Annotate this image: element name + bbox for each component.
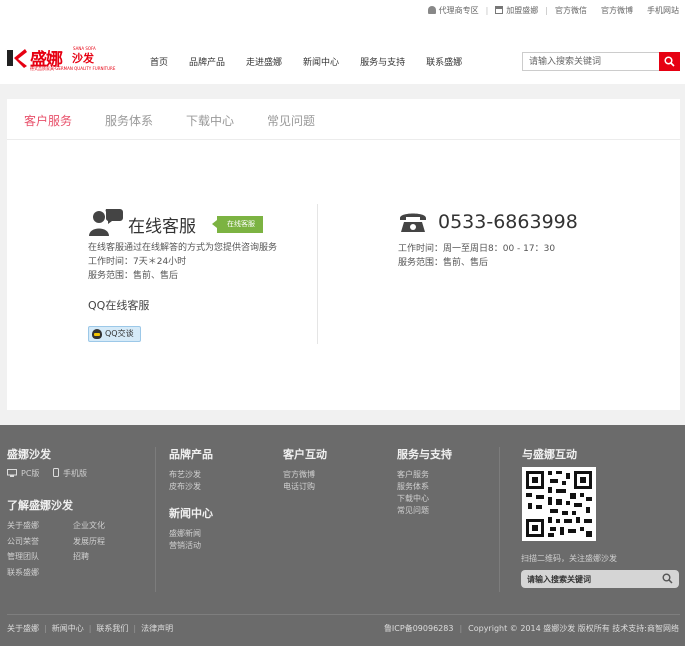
nav-home[interactable]: 首页 (150, 55, 168, 68)
footer-link[interactable]: 联系盛娜 (7, 567, 39, 578)
site-footer: 盛娜沙发 PC版 手机版 了解盛娜沙发 关于盛娜 公司荣誉 管理团队 联系盛娜 … (0, 425, 685, 646)
phone-number[interactable]: 0533-6863998 (438, 211, 578, 233)
wechat-link[interactable]: 官方微信 (555, 5, 587, 16)
bottom-link[interactable]: 联系我们 (96, 624, 128, 633)
tab-customer-service[interactable]: 客户服务 (24, 112, 72, 129)
footer-title-interaction: 客户互动 (283, 448, 327, 461)
footer-link[interactable]: 客户服务 (397, 469, 429, 480)
bottom-link[interactable]: 法律声明 (141, 624, 173, 633)
footer-link[interactable]: 管理团队 (7, 551, 39, 562)
logo[interactable]: 盛娜 SANA SOFA 沙发 德式品质家具·GERMAN QUALITY FU… (7, 46, 122, 72)
footer-link[interactable]: 发展历程 (73, 536, 105, 547)
telephone-icon (400, 213, 426, 232)
column-divider (317, 204, 318, 344)
tab-faq[interactable]: 常见问题 (267, 112, 315, 129)
footer-link[interactable]: 皮布沙发 (169, 481, 201, 492)
nav-service[interactable]: 服务与支持 (360, 55, 405, 68)
online-service-badge[interactable]: 在线客服 (212, 216, 263, 233)
qr-note: 扫描二维码，关注盛娜沙发 (521, 554, 617, 563)
join-link[interactable]: 加盟盛娜 (495, 5, 538, 16)
footer-search-input[interactable]: 请输入搜索关键词 (521, 570, 679, 588)
footer-link[interactable]: 公司荣誉 (7, 536, 39, 547)
icp-number[interactable]: 鲁ICP备09096283 (384, 624, 454, 633)
footer-link[interactable]: 盛娜新闻 (169, 528, 201, 539)
tab-service-system[interactable]: 服务体系 (105, 112, 153, 129)
weibo-link[interactable]: 官方微博 (601, 5, 633, 16)
qq-chat-button[interactable]: QQ交谈 (88, 326, 141, 342)
footer-link[interactable]: 官方微博 (283, 469, 315, 480)
footer-divider (499, 447, 500, 592)
search-input[interactable] (522, 52, 659, 71)
footer-title-support: 服务与支持 (397, 448, 452, 461)
footer-title-about: 了解盛娜沙发 (7, 499, 73, 512)
copyright: Copyright © 2014 盛娜沙发 版权所有 技术支持:商智网络 (468, 624, 679, 633)
agent-zone-link[interactable]: 代理商专区 (427, 5, 479, 16)
desktop-icon (7, 469, 17, 477)
footer-title-products: 品牌产品 (169, 448, 213, 461)
footer-link[interactable]: 营销活动 (169, 540, 201, 551)
mobile-site-link[interactable]: 手机网站 (647, 5, 679, 16)
user-icon (427, 5, 436, 14)
top-bar: 代理商专区 | 加盟盛娜 | 官方微信 官方微博 手机网站 (427, 3, 679, 17)
footer-link[interactable]: 招聘 (73, 551, 89, 562)
nav-contact[interactable]: 联系盛娜 (426, 55, 462, 68)
mobile-version-link[interactable]: 手机版 (53, 468, 87, 479)
footer-link[interactable]: 服务体系 (397, 481, 429, 492)
logo-mark-icon (7, 49, 27, 68)
footer-link[interactable]: 常见问题 (397, 505, 429, 516)
tab-bar: 客户服务 服务体系 下载中心 常见问题 (7, 99, 680, 140)
footer-link[interactable]: 布艺沙发 (169, 469, 201, 480)
tab-download-center[interactable]: 下载中心 (186, 112, 234, 129)
bottom-links: 关于盛娜 | 新闻中心 | 联系我们 | 法律声明 (7, 623, 173, 634)
nav-about[interactable]: 走进盛娜 (246, 55, 282, 68)
separator: | (459, 624, 463, 633)
pc-version-link[interactable]: PC版 (7, 468, 39, 479)
footer-link[interactable]: 企业文化 (73, 520, 105, 531)
search-button[interactable] (659, 52, 680, 71)
qr-code (522, 467, 596, 541)
bottom-link[interactable]: 关于盛娜 (7, 624, 39, 633)
logo-product: 沙发 (72, 52, 94, 65)
customer-service-icon (89, 209, 123, 236)
qq-service-title: QQ在线客服 (88, 299, 150, 312)
service-panel: 客户服务 服务体系 下载中心 常见问题 在线客服 在线客服 在线客服通过在线解答… (7, 99, 680, 410)
online-service-hours: 工作时间：7天＊24小时 (88, 257, 187, 267)
phone-scope: 服务范围：售前、售后 (398, 258, 489, 268)
search-icon (664, 56, 675, 67)
footer-title-brand: 盛娜沙发 (7, 448, 51, 461)
copyright-bar: 鲁ICP备09096283 | Copyright © 2014 盛娜沙发 版权所有… (384, 623, 679, 634)
footer-link[interactable]: 下载中心 (397, 493, 429, 504)
logo-tagline: 德式品质家具·GERMAN QUALITY FURNITURE (30, 66, 116, 71)
main-nav: 首页 品牌产品 走进盛娜 新闻中心 服务与支持 联系盛娜 (150, 55, 483, 68)
footer-rule (7, 614, 680, 615)
mobile-icon (53, 468, 59, 477)
shop-icon (495, 5, 504, 14)
header-search (522, 52, 680, 71)
search-icon (662, 573, 673, 584)
footer-link[interactable]: 电话订购 (283, 481, 315, 492)
footer-title-follow: 与盛娜互动 (522, 448, 577, 461)
separator: | (545, 5, 548, 15)
footer-title-news: 新闻中心 (169, 507, 213, 520)
footer-divider (155, 447, 156, 592)
site-header: 代理商专区 | 加盟盛娜 | 官方微信 官方微博 手机网站 盛娜 SANA SO… (0, 0, 685, 84)
separator: | (133, 624, 137, 633)
nav-news[interactable]: 新闻中心 (303, 55, 339, 68)
footer-link[interactable]: 关于盛娜 (7, 520, 39, 531)
bottom-link[interactable]: 新闻中心 (52, 624, 84, 633)
separator: | (485, 5, 489, 15)
qq-icon (92, 329, 102, 339)
separator: | (88, 624, 92, 633)
nav-products[interactable]: 品牌产品 (189, 55, 225, 68)
online-service-title: 在线客服 (128, 217, 196, 237)
online-service-desc: 在线客服通过在线解答的方式为您提供咨询服务 (88, 243, 278, 253)
phone-hours: 工作时间：周一至周日8：00 - 17：30 (398, 244, 556, 254)
online-service-scope: 服务范围：售前、售后 (88, 271, 179, 281)
separator: | (44, 624, 47, 633)
